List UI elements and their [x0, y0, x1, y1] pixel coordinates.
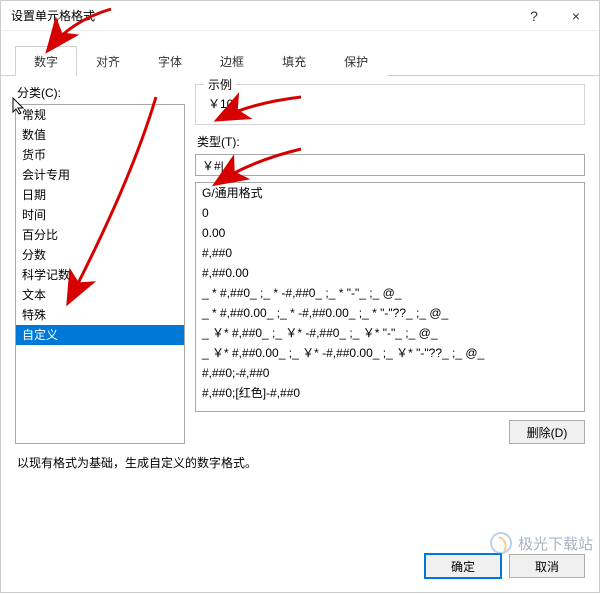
format-item[interactable]: 0 [196, 203, 584, 223]
tab-alignment[interactable]: 对齐 [77, 46, 139, 76]
category-item[interactable]: 文本 [16, 285, 184, 305]
type-label: 类型(T): [197, 133, 585, 150]
category-item[interactable]: 数值 [16, 125, 184, 145]
category-item[interactable]: 特殊 [16, 305, 184, 325]
category-item[interactable]: 百分比 [16, 225, 184, 245]
format-item[interactable]: _ * #,##0.00_ ;_ * -#,##0.00_ ;_ * "-"??… [196, 303, 584, 323]
format-item[interactable]: G/通用格式 [196, 183, 584, 203]
ok-button[interactable]: 确定 [425, 554, 501, 578]
upper-area: 分类(C): 常规数值货币会计专用日期时间百分比分数科学记数文本特殊自定义 ￥1… [15, 84, 585, 444]
tab-font[interactable]: 字体 [139, 46, 201, 76]
category-item[interactable]: 会计专用 [16, 165, 184, 185]
format-cells-dialog: 设置单元格格式 ? × 数字 对齐 字体 边框 填充 保护 分类(C): 常规数… [0, 0, 600, 593]
format-item[interactable]: #,##0;[红色]-#,##0 [196, 383, 584, 403]
category-list[interactable]: 常规数值货币会计专用日期时间百分比分数科学记数文本特殊自定义 [15, 104, 185, 444]
hint-text: 以现有格式为基础，生成自定义的数字格式。 [17, 454, 585, 471]
cancel-button[interactable]: 取消 [509, 554, 585, 578]
details-pane: ￥10 类型(T): G/通用格式00.00#,##0#,##0.00_ * #… [195, 84, 585, 444]
category-item[interactable]: 货币 [16, 145, 184, 165]
category-item[interactable]: 分数 [16, 245, 184, 265]
format-item[interactable]: #,##0;-#,##0 [196, 363, 584, 383]
titlebar: 设置单元格格式 ? × [1, 1, 599, 31]
delete-row: 删除(D) [195, 420, 585, 444]
tab-fill[interactable]: 填充 [263, 46, 325, 76]
category-item[interactable]: 自定义 [16, 325, 184, 345]
category-pane: 分类(C): 常规数值货币会计专用日期时间百分比分数科学记数文本特殊自定义 [15, 84, 185, 444]
tab-bar: 数字 对齐 字体 边框 填充 保护 [1, 31, 599, 76]
category-item[interactable]: 时间 [16, 205, 184, 225]
format-item[interactable]: _ * #,##0_ ;_ * -#,##0_ ;_ * "-"_ ;_ @_ [196, 283, 584, 303]
sample-box: ￥10 [195, 84, 585, 125]
help-button[interactable]: ? [513, 2, 555, 30]
format-item[interactable]: _ ￥* #,##0_ ;_ ￥* -#,##0_ ;_ ￥* "-"_ ;_ … [196, 323, 584, 343]
category-label: 分类(C): [17, 84, 185, 101]
format-item[interactable]: #,##0 [196, 243, 584, 263]
dialog-title: 设置单元格格式 [11, 7, 513, 24]
watermark-logo-icon [490, 532, 512, 554]
dialog-body: 分类(C): 常规数值货币会计专用日期时间百分比分数科学记数文本特殊自定义 ￥1… [1, 76, 599, 544]
format-item[interactable]: 0.00 [196, 223, 584, 243]
format-item[interactable]: _ ￥* #,##0.00_ ;_ ￥* -#,##0.00_ ;_ ￥* "-… [196, 343, 584, 363]
watermark: 极光下载站 [490, 532, 593, 554]
sample-value: ￥10 [208, 95, 572, 112]
category-item[interactable]: 常规 [16, 105, 184, 125]
tab-number[interactable]: 数字 [15, 46, 77, 76]
category-item[interactable]: 日期 [16, 185, 184, 205]
format-item[interactable]: #,##0.00 [196, 263, 584, 283]
type-input[interactable] [195, 154, 585, 176]
format-list[interactable]: G/通用格式00.00#,##0#,##0.00_ * #,##0_ ;_ * … [195, 182, 585, 412]
tab-border[interactable]: 边框 [201, 46, 263, 76]
tab-protection[interactable]: 保护 [325, 46, 387, 76]
delete-button[interactable]: 删除(D) [509, 420, 585, 444]
category-item[interactable]: 科学记数 [16, 265, 184, 285]
watermark-text: 极光下载站 [518, 533, 593, 554]
close-button[interactable]: × [555, 2, 597, 30]
